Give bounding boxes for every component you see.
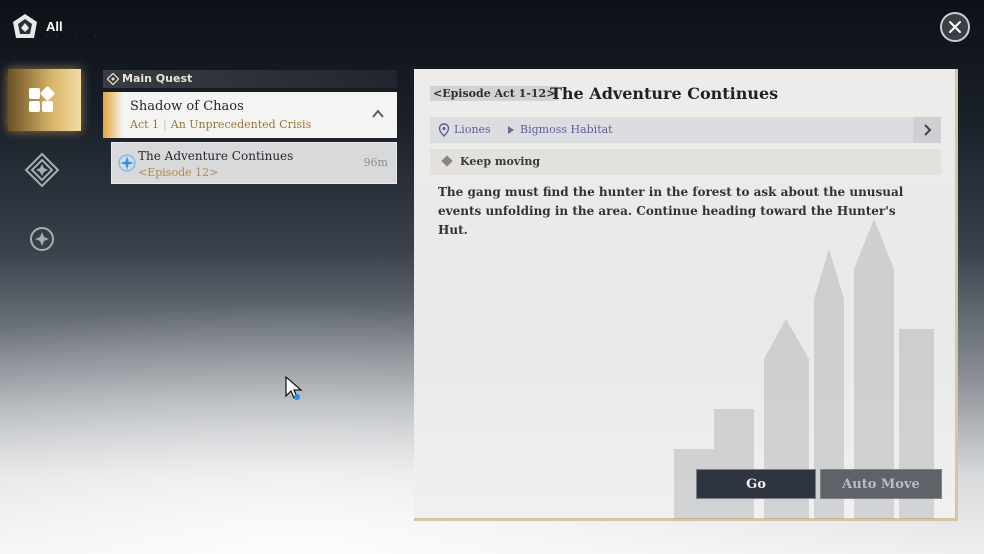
sidebar-tab-compass[interactable] <box>29 226 55 252</box>
quest-title: The Adventure Continues <box>138 149 294 163</box>
chapter-separator: | <box>163 118 167 131</box>
chevron-right-icon <box>924 124 932 136</box>
screen-subtitle: · · · · · · <box>46 34 100 40</box>
quest-detail-title: The Adventure Continues <box>550 84 779 103</box>
close-icon <box>949 21 961 33</box>
location-region: Liones <box>454 123 491 136</box>
diamond-outline-icon <box>107 73 119 85</box>
objective-text: Keep moving <box>460 155 541 168</box>
quest-list-item[interactable]: The Adventure Continues <Episode 12> 96m <box>111 142 397 184</box>
auto-move-button[interactable]: Auto Move <box>820 469 942 499</box>
quest-description: The gang must find the hunter in the for… <box>438 185 904 237</box>
objective-row: Keep moving <box>430 149 941 175</box>
breadcrumb-arrow-icon <box>508 126 514 134</box>
go-button[interactable]: Go <box>696 469 816 499</box>
close-button[interactable] <box>940 12 970 42</box>
diamond-emblem-icon <box>24 152 60 188</box>
chapter-item[interactable]: Shadow of Chaos Act 1 | An Unprecedented C… <box>103 92 397 138</box>
sidebar-tab-diamond[interactable] <box>24 152 60 188</box>
sidebar-tab-all[interactable] <box>8 69 81 131</box>
location-row[interactable]: Liones Bigmoss Habitat <box>430 117 941 143</box>
quest-distance: 96m <box>363 156 388 169</box>
map-pin-icon <box>438 123 450 137</box>
chapter-title: Shadow of Chaos <box>130 99 244 114</box>
quest-log-emblem-icon <box>10 12 40 42</box>
quest-episode: <Episode 12> <box>138 166 219 179</box>
objective-diamond-icon <box>441 155 453 167</box>
chevron-up-icon[interactable] <box>371 107 385 121</box>
quest-detail-panel: <Episode Act 1-12> The Adventure Continu… <box>414 69 958 521</box>
chapter-subtitle: Act 1 | An Unprecedented Crisis <box>130 118 311 131</box>
category-label: Main Quest <box>122 72 193 85</box>
quest-tracker-icon <box>118 154 136 172</box>
main-quest-category-header: Main Quest <box>103 70 397 88</box>
screen-title: All <box>46 19 63 34</box>
grid-squares-icon <box>29 86 55 112</box>
chapter-act: Act 1 <box>130 118 160 131</box>
mouse-cursor-icon <box>285 376 303 400</box>
episode-tag: <Episode Act 1-12> <box>430 86 559 101</box>
compass-icon <box>30 227 54 251</box>
chapter-act-name: An Unprecedented Crisis <box>170 118 312 131</box>
location-area: Bigmoss Habitat <box>520 123 613 136</box>
location-navigate-button[interactable] <box>913 117 941 143</box>
chapter-accent-bar <box>103 92 123 138</box>
